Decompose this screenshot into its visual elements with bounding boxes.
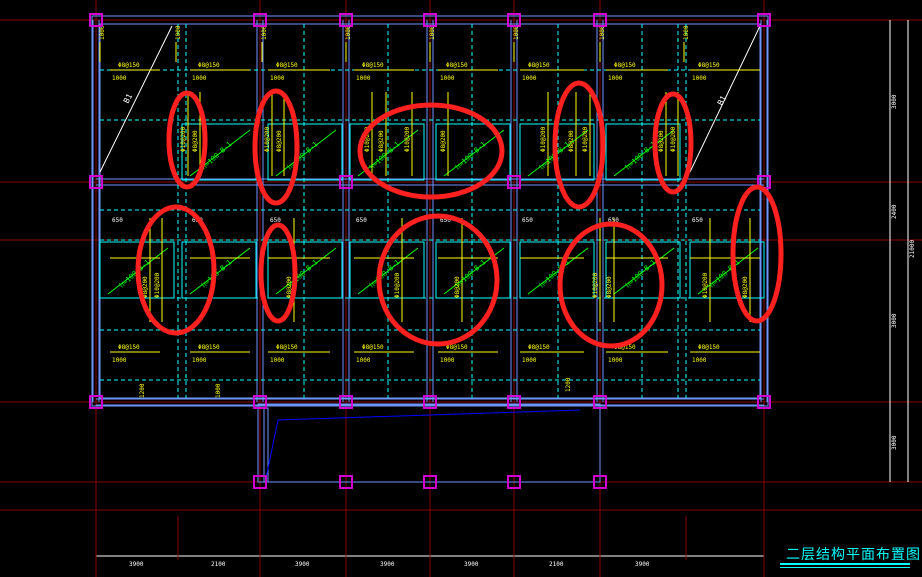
rebar-label: Φ8@150	[118, 344, 140, 351]
title-underline-thin	[780, 567, 910, 568]
structural-plan-drawing: h=100 B-1 h=100 B-1 h=100 B-1 h=100 B-1 h=10…	[0, 0, 922, 577]
dimension-label: 1000	[192, 75, 207, 82]
bottom-span-label: 3900	[635, 561, 650, 568]
rebar-label: Φ10@200	[592, 272, 599, 298]
rebar-label: Φ8@150	[614, 62, 636, 69]
dimension-label: 1000	[356, 75, 371, 82]
rebar-label: Φ10@200	[394, 272, 401, 298]
dimension-label: 1000	[215, 383, 222, 398]
bottom-span-label: 3900	[295, 561, 310, 568]
rebar-label: Φ10@200	[540, 126, 547, 152]
rebar-label: Φ8@200	[454, 276, 461, 298]
dimension-label: 1200	[565, 377, 572, 392]
dimension-label: 1000	[440, 357, 455, 364]
dimension-label: 1000	[345, 25, 352, 40]
rebar-label: Φ8@150	[446, 62, 468, 69]
dimension-label: 1000	[112, 75, 127, 82]
dimension-label: 650	[112, 217, 123, 224]
rebar-label: Φ8@150	[362, 344, 384, 351]
red-ellipse-markers	[135, 80, 784, 349]
rebar-label: Φ8@200	[276, 130, 283, 152]
dimension-label: 1000	[429, 25, 436, 40]
dimension-label: 1000	[192, 357, 207, 364]
stair-outline	[265, 409, 581, 479]
rebar-label: Φ8@150	[362, 62, 384, 69]
right-span-label: 3000	[891, 94, 898, 109]
right-span-label: 3000	[891, 435, 898, 450]
rebar-label: Φ8@200	[658, 130, 665, 152]
rebar-label: Φ8@200	[568, 130, 575, 152]
right-span-label: 3000	[891, 313, 898, 328]
red-ellipse-marker	[258, 222, 298, 324]
dimension-label: 1000	[513, 25, 520, 40]
dimension-label: 1000	[599, 25, 606, 40]
bottom-span-label: 3900	[464, 561, 479, 568]
rebar-label: Φ8@200	[606, 276, 613, 298]
dimension-label: 1000	[692, 357, 707, 364]
rebar-label: Φ8@150	[698, 344, 720, 351]
slab-note-label: h=100 B-1	[286, 140, 320, 171]
rebar-label: Φ8@200	[440, 130, 447, 152]
dimension-label: 1000	[99, 25, 106, 40]
dimension-label: 1000	[112, 357, 127, 364]
rebar-label: Φ10@200	[180, 126, 187, 152]
bottom-span-label: 2100	[549, 561, 564, 568]
dimension-label: 1000	[608, 357, 623, 364]
rebar-label: Φ8@150	[528, 344, 550, 351]
dimension-text: 3900 2100 3900 3900 3900 2100 3900 3000 2400 3000…	[95, 20, 916, 568]
rebar-label: Φ10@200	[264, 126, 271, 152]
rebar-label: Φ8@150	[698, 62, 720, 69]
bottom-span-label: 3900	[129, 561, 144, 568]
dimension-label: 650	[356, 217, 367, 224]
plan-title: 二层结构平面布置图	[786, 547, 921, 563]
rebar-label: Φ8@200	[192, 130, 199, 152]
rebar-label: Φ8@150	[276, 62, 298, 69]
rebar-label: Φ8@150	[118, 62, 140, 69]
right-total-label: 21000	[909, 240, 916, 258]
bottom-span-label: 3900	[380, 561, 395, 568]
rebar-label: Φ8@150	[198, 62, 220, 69]
red-ellipse-marker	[135, 204, 217, 336]
dimension-label: 1000	[270, 75, 285, 82]
rebar-label: Φ10@200	[404, 126, 411, 152]
dimension-label: 1000	[270, 357, 285, 364]
dimension-label: 1000	[440, 75, 455, 82]
rebar-label: Φ8@200	[378, 130, 385, 152]
dimension-label: 1000	[692, 75, 707, 82]
dimension-label: 1000	[683, 25, 690, 40]
rebar-label: Φ10@200	[582, 126, 589, 152]
dimension-label: 1200	[139, 383, 146, 398]
dimension-label: 1000	[522, 357, 537, 364]
rebar-label: Φ8@150	[528, 62, 550, 69]
stair-opening	[257, 403, 601, 483]
rebar-label: Φ8@200	[742, 276, 749, 298]
dimension-label: 650	[522, 217, 533, 224]
stair-frame	[257, 403, 601, 483]
beam-label: B1	[122, 92, 135, 105]
rebar-label: Φ10@200	[670, 126, 677, 152]
dimension-label: 1000	[261, 25, 268, 40]
dimension-label: 650	[692, 217, 703, 224]
title-underline	[780, 563, 910, 565]
stair-diagonal-left	[99, 25, 173, 173]
slab-note-label: h=100 B-1	[538, 258, 572, 289]
slab-note-label: h=100 B-1	[200, 258, 234, 289]
red-ellipse-marker	[730, 184, 784, 324]
dimension-label: 1000	[608, 75, 623, 82]
rebar-label: Φ10@200	[702, 272, 709, 298]
slab-note-label: h=100 B-1	[454, 140, 488, 171]
rebar-label: Φ8@150	[198, 344, 220, 351]
slab-note-label: h=100 B-1	[624, 140, 658, 171]
right-span-label: 2400	[891, 204, 898, 219]
rebar-label: Φ8@150	[276, 344, 298, 351]
slab-note-label: h=100 B-1	[624, 258, 658, 289]
bottom-span-label: 2100	[211, 561, 226, 568]
dimension-label: 1000	[175, 25, 182, 40]
dimension-label: 1000	[522, 75, 537, 82]
dimension-label: 1000	[356, 357, 371, 364]
rebar-label: Φ10@200	[154, 272, 161, 298]
